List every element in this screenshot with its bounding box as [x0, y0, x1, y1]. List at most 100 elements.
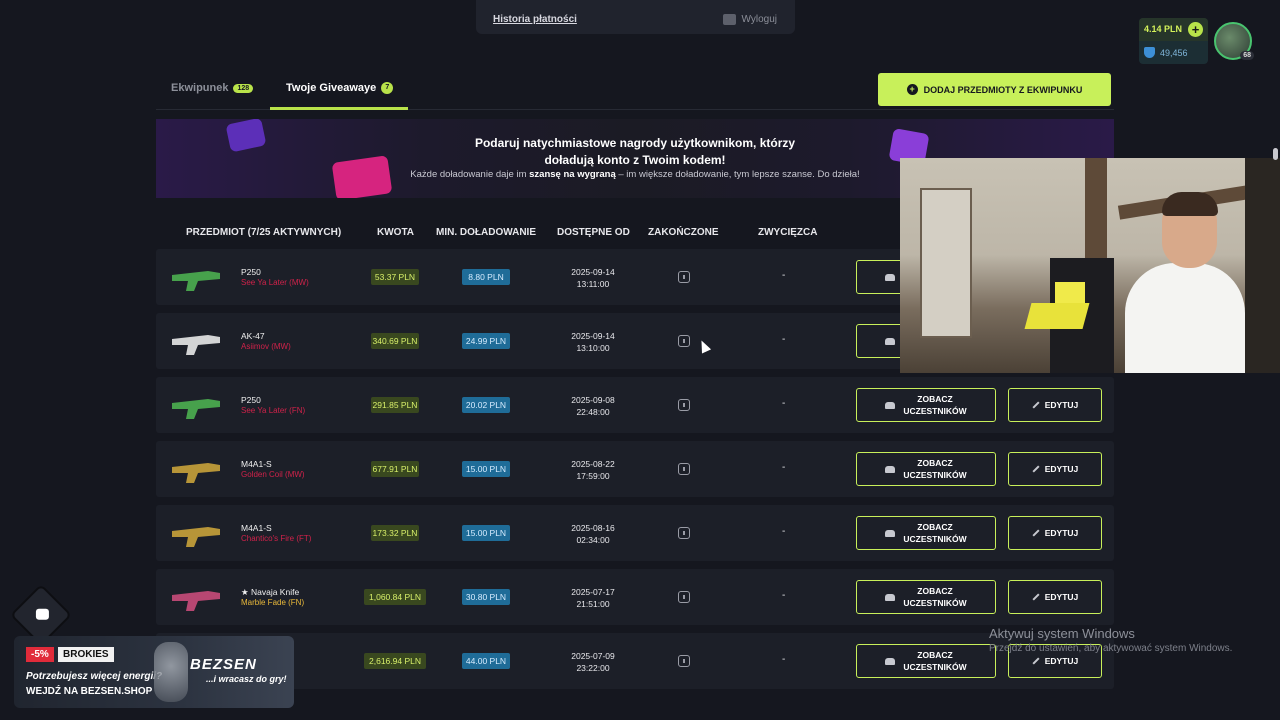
ad-banner[interactable]: -5% BROKIES Potrzebujesz więcej energii?… — [14, 636, 294, 708]
winner-value: - — [782, 334, 786, 345]
chat-icon — [35, 608, 49, 620]
item-skin: Golden Coil (MW) — [241, 470, 305, 479]
available-from: 2025-09-14 13:10:00 — [554, 330, 632, 354]
people-icon — [885, 465, 896, 473]
amount-badge: 173.32 PLN — [371, 525, 419, 541]
banner-heading-line1: Podaruj natychmiastowe nagrody użytkowni… — [474, 136, 796, 150]
min-topup-badge: 8.80 PLN — [462, 269, 510, 285]
tab-giveaways-count: 7 — [381, 82, 394, 94]
view-participants-label-1: ZOBACZ — [917, 522, 953, 532]
pencil-icon — [1032, 465, 1040, 473]
view-participants-button[interactable]: ZOBACZ UCZESTNIKÓW — [856, 580, 996, 614]
available-time: 22:48:00 — [576, 407, 610, 417]
info-icon[interactable] — [678, 527, 690, 539]
tab-giveaways-label: Twoje Giveawaye — [286, 82, 377, 94]
people-icon — [885, 401, 896, 409]
view-participants-label-2: UCZESTNIKÓW — [903, 470, 967, 480]
view-participants-label: ZOBACZ UCZESTNIKÓW — [903, 521, 966, 545]
webcam-overlay — [900, 158, 1280, 373]
view-participants-label-1: ZOBACZ — [917, 458, 953, 468]
avatar[interactable]: 68 — [1214, 22, 1254, 60]
item-image — [172, 591, 220, 611]
winner-value: - — [782, 590, 786, 601]
available-time: 13:10:00 — [576, 343, 610, 353]
view-participants-label-1: ZOBACZ — [917, 586, 953, 596]
available-time: 02:34:00 — [576, 535, 610, 545]
available-time: 13:11:00 — [576, 279, 610, 289]
view-participants-button[interactable]: ZOBACZ UCZESTNIKÓW — [856, 452, 996, 486]
min-topup-badge: 15.00 PLN — [462, 461, 510, 477]
winner-value: - — [782, 654, 786, 665]
winner-value: - — [782, 398, 786, 409]
edit-button[interactable]: EDYTUJ — [1008, 516, 1102, 550]
people-icon — [885, 273, 896, 281]
banner-sub-bold: szansę na wygraną — [529, 169, 616, 180]
available-time: 17:59:00 — [576, 471, 610, 481]
min-topup-badge: 15.00 PLN — [462, 525, 510, 541]
header-amount: KWOTA — [377, 227, 415, 238]
ad-face-image — [154, 642, 188, 702]
winner-value: - — [782, 526, 786, 537]
tab-giveaways[interactable]: Twoje Giveawaye 7 — [286, 82, 394, 94]
table-row: M4A1-S Golden Coil (MW) 677.91 PLN 15.00 PL… — [156, 441, 1114, 497]
balance-value: 4.14 PLN — [1144, 24, 1183, 34]
scrollbar-thumb[interactable] — [1273, 148, 1278, 160]
tab-inventory[interactable]: Ekwipunek 128 — [171, 82, 254, 94]
add-items-button[interactable]: + DODAJ PRZEDMIOTY Z EKWIPUNKU — [878, 73, 1111, 106]
pencil-icon — [1032, 529, 1040, 537]
amount-badge: 1,060.84 PLN — [364, 589, 426, 605]
ad-tagline: ...i wracasz do gry! — [206, 674, 287, 684]
item-name: AK-47 — [241, 331, 265, 341]
info-icon[interactable] — [678, 463, 690, 475]
info-icon[interactable] — [678, 399, 690, 411]
ad-brand: BROKIES — [58, 647, 114, 662]
info-icon[interactable] — [678, 591, 690, 603]
points-value: 49,456 — [1160, 47, 1188, 58]
available-from: 2025-09-14 13:11:00 — [554, 266, 632, 290]
item-skin: See Ya Later (FN) — [241, 406, 306, 415]
view-participants-button[interactable]: ZOBACZ UCZESTNIKÓW — [856, 516, 996, 550]
table-row: P250 See Ya Later (FN) 291.85 PLN 20.02 PLN… — [156, 377, 1114, 433]
payment-history-link[interactable]: Historia płatności — [493, 14, 577, 25]
amount-badge: 53.37 PLN — [371, 269, 419, 285]
view-participants-label-2: UCZESTNIKÓW — [903, 662, 967, 672]
info-icon[interactable] — [678, 655, 690, 667]
logout-button[interactable]: Wyloguj — [722, 14, 777, 25]
account-dropdown: Historia płatności Wyloguj — [476, 0, 795, 34]
plus-icon[interactable]: + — [1188, 22, 1203, 37]
banner-sub-post: – im większe doładowanie, tym lepsze sza… — [615, 169, 860, 180]
people-icon — [885, 593, 896, 601]
header-available-from: DOSTĘPNE OD — [557, 227, 630, 238]
item-image — [172, 271, 220, 291]
view-participants-label: ZOBACZ UCZESTNIKÓW — [903, 457, 966, 481]
pencil-icon — [1032, 593, 1040, 601]
available-from: 2025-08-16 02:34:00 — [554, 522, 632, 546]
view-participants-button[interactable]: ZOBACZ UCZESTNIKÓW — [856, 388, 996, 422]
logout-icon — [722, 14, 736, 25]
item-name: M4A1-S — [241, 523, 272, 533]
edit-button[interactable]: EDYTUJ — [1008, 452, 1102, 486]
min-topup-badge: 20.02 PLN — [462, 397, 510, 413]
item-image — [172, 335, 220, 355]
table-row: M4A1-S Chantico's Fire (FT) 173.32 PLN 15.0… — [156, 505, 1114, 561]
available-from: 2025-09-08 22:48:00 — [554, 394, 632, 418]
ad-logo: BEZSEN — [190, 656, 257, 673]
amount-badge: 2,616.94 PLN — [364, 653, 426, 669]
info-icon[interactable] — [678, 335, 690, 347]
available-date: 2025-08-16 — [571, 523, 615, 533]
balance-box: 4.14 PLN + — [1139, 18, 1208, 41]
item-name: M4A1-S — [241, 459, 272, 469]
item-name: P250 — [241, 395, 261, 405]
item-skin: Asiimov (MW) — [241, 342, 291, 351]
ad-discount: -5% — [26, 647, 54, 662]
edit-button[interactable]: EDYTUJ — [1008, 388, 1102, 422]
active-tab-indicator — [270, 107, 408, 110]
available-date: 2025-09-08 — [571, 395, 615, 405]
windows-activation-subtitle: Przejdź do ustawień, aby aktywować syste… — [989, 643, 1233, 654]
info-icon[interactable] — [678, 271, 690, 283]
available-date: 2025-09-14 — [571, 267, 615, 277]
item-skin: See Ya Later (MW) — [241, 278, 309, 287]
item-image — [172, 463, 220, 483]
view-participants-button[interactable]: ZOBACZ UCZESTNIKÓW — [856, 644, 996, 678]
edit-button[interactable]: EDYTUJ — [1008, 580, 1102, 614]
